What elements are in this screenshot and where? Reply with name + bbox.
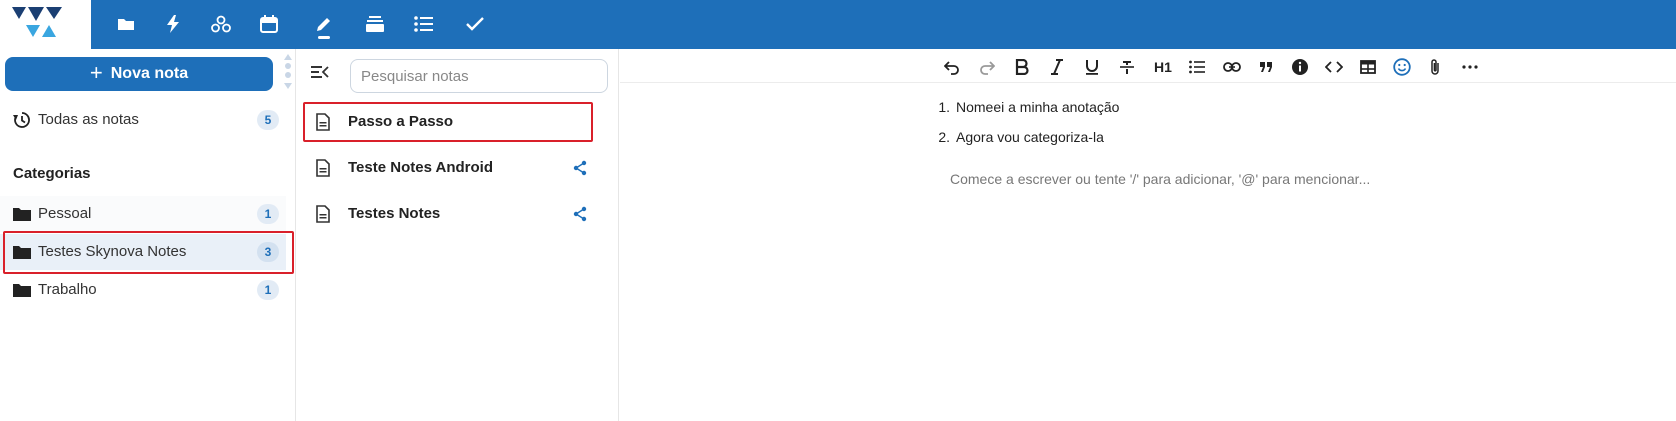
check-icon[interactable] xyxy=(462,11,488,37)
document-icon xyxy=(316,205,330,223)
folder-icon xyxy=(13,284,31,297)
category-testes-skynova-notes[interactable]: Testes Skynova Notes 3 xyxy=(0,234,286,270)
history-icon xyxy=(13,112,30,128)
list-item: 2. Agora vou categoriza-la xyxy=(928,129,1104,145)
plus-icon: + xyxy=(89,60,103,85)
redo-icon[interactable] xyxy=(975,55,999,79)
category-count: 3 xyxy=(257,242,279,262)
editor-toolbar: H1 xyxy=(620,49,1676,83)
note-editor: H1 1. Nomeei a minha anotação 2. Agora v… xyxy=(620,49,1676,421)
share-icon[interactable] xyxy=(572,160,588,176)
note-title: Passo a Passo xyxy=(348,113,454,130)
table-icon[interactable] xyxy=(1356,55,1380,79)
category-label: Pessoal xyxy=(38,205,92,222)
category-count: 1 xyxy=(257,280,279,300)
list-item-text: Agora vou categoriza-la xyxy=(956,129,1104,145)
bullet-list-icon[interactable] xyxy=(1185,55,1209,79)
all-notes-count: 5 xyxy=(257,110,279,130)
document-icon xyxy=(316,159,330,177)
note-item-passo-a-passo[interactable]: Passo a Passo xyxy=(302,102,612,142)
note-title: Teste Notes Android xyxy=(348,159,494,176)
code-icon[interactable] xyxy=(1322,55,1346,79)
all-notes-label: Todas as notas xyxy=(38,111,139,128)
logo[interactable] xyxy=(0,0,91,49)
bold-icon[interactable] xyxy=(1010,55,1034,79)
strikethrough-icon[interactable] xyxy=(1115,55,1139,79)
pencil-icon[interactable] xyxy=(311,11,337,37)
category-trabalho[interactable]: Trabalho 1 xyxy=(0,272,286,308)
categories-title: Categorias xyxy=(13,165,91,182)
new-note-button[interactable]: + Nova nota xyxy=(5,57,273,91)
category-label: Trabalho xyxy=(38,281,97,298)
collapse-sidebar-icon[interactable] xyxy=(310,62,330,82)
search-notes-input[interactable] xyxy=(350,59,608,93)
emoji-icon[interactable] xyxy=(1390,55,1414,79)
attachment-icon[interactable] xyxy=(1423,55,1447,79)
list-item: 1. Nomeei a minha anotação xyxy=(928,99,1119,115)
calendar-icon[interactable] xyxy=(256,11,282,37)
italic-icon[interactable] xyxy=(1045,55,1069,79)
folder-icon[interactable] xyxy=(113,11,139,37)
note-title: Testes Notes xyxy=(348,205,441,222)
link-icon[interactable] xyxy=(1220,55,1244,79)
list-item-number: 1. xyxy=(938,99,950,115)
editor-placeholder[interactable]: Comece a escrever ou tente '/' para adic… xyxy=(950,171,1370,187)
share-icon[interactable] xyxy=(572,206,588,222)
deck-icon[interactable] xyxy=(362,11,388,37)
list-icon[interactable] xyxy=(411,11,437,37)
folder-icon xyxy=(13,246,31,259)
scrollbar[interactable] xyxy=(283,53,293,91)
active-app-indicator xyxy=(318,36,330,39)
note-item-teste-notes-android[interactable]: Teste Notes Android xyxy=(302,148,612,188)
folder-icon xyxy=(13,208,31,221)
list-item-number: 2. xyxy=(938,129,950,145)
heading-button[interactable]: H1 xyxy=(1148,55,1178,79)
more-options-icon[interactable] xyxy=(1458,55,1482,79)
top-app-bar xyxy=(0,0,1676,49)
document-icon xyxy=(316,113,330,131)
list-item-text: Nomeei a minha anotação xyxy=(956,99,1120,115)
category-count: 1 xyxy=(257,204,279,224)
category-pessoal[interactable]: Pessoal 1 xyxy=(0,196,286,232)
quote-icon[interactable] xyxy=(1254,55,1278,79)
navigation-sidebar: + Nova nota Todas as notas 5 Categorias … xyxy=(0,49,296,421)
underline-icon[interactable] xyxy=(1080,55,1104,79)
logo-icon xyxy=(12,7,62,37)
info-icon[interactable] xyxy=(1288,55,1312,79)
nav-all-notes[interactable]: Todas as notas 5 xyxy=(0,102,286,138)
new-note-label: Nova nota xyxy=(110,65,189,82)
undo-icon[interactable] xyxy=(940,55,964,79)
notes-list-panel: Passo a Passo Teste Notes Android Testes… xyxy=(297,49,619,421)
note-item-testes-notes[interactable]: Testes Notes xyxy=(302,194,612,234)
category-label: Testes Skynova Notes xyxy=(38,243,187,260)
circles-icon[interactable] xyxy=(208,11,234,37)
lightning-icon[interactable] xyxy=(160,11,186,37)
